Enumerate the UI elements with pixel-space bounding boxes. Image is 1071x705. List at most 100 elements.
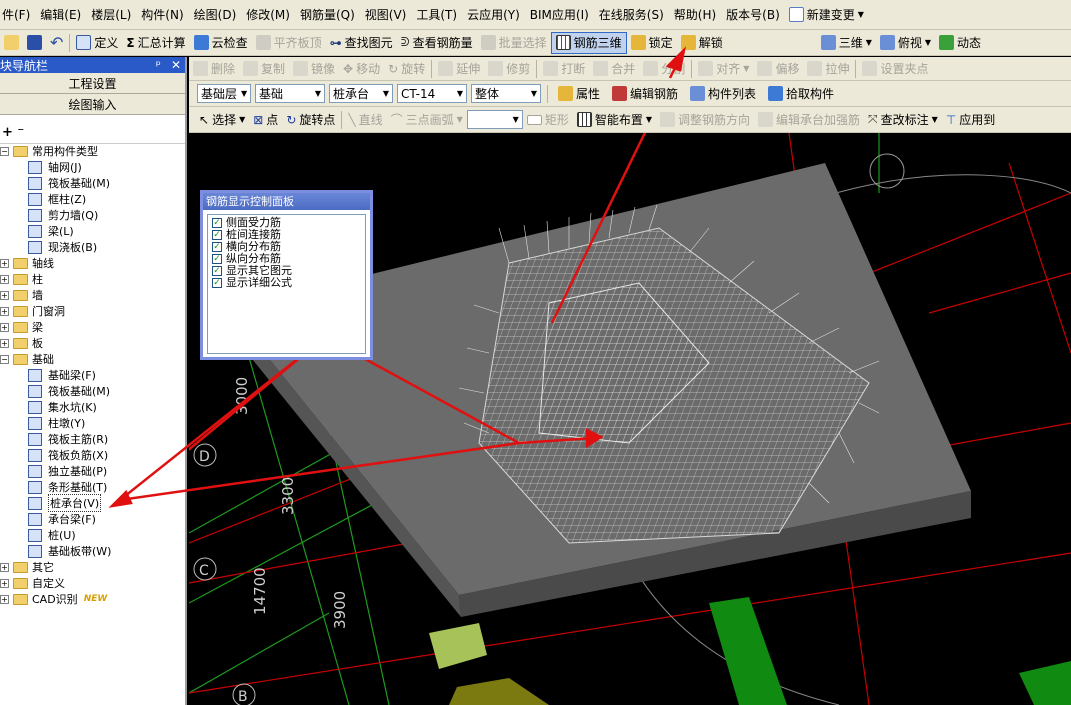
tree-item[interactable]: 柱墩(Y) [28,415,85,431]
align-slab-button[interactable]: 平齐板顶 [252,32,326,54]
menu-edit[interactable]: 编辑(E) [35,1,86,29]
tree-item[interactable]: 剪力墙(Q) [28,207,98,223]
pick-component-button[interactable]: 拾取构件 [764,83,838,105]
tree-item[interactable]: 筏板负筋(X) [28,447,108,463]
define-button[interactable]: 定义 [72,32,122,54]
top-view-dropdown[interactable]: 俯视 ▼ [876,32,935,54]
undo-button[interactable]: ↶ [46,32,67,54]
checkbox[interactable]: ✓ [212,254,222,264]
edit-rebar-button[interactable]: 编辑钢筋 [608,83,682,105]
menu-tools[interactable]: 工具(T) [411,1,462,29]
tree-item[interactable]: 承台梁(F) [28,511,96,527]
mirror-button[interactable]: 镜像 [289,58,339,80]
delete-button[interactable]: 删除 [189,58,239,80]
menu-floor[interactable]: 楼层(L) [86,1,136,29]
line-button[interactable]: ╲ 直线 [344,109,386,131]
expand-icon[interactable]: + [0,562,9,572]
menu-bim[interactable]: BIM应用(I) [525,1,594,29]
arc-option-select[interactable]: ▼ [466,110,523,129]
tree-item[interactable]: 轴网(J) [28,159,82,175]
tree-item[interactable]: 集水坑(K) [28,399,97,415]
cloud-check-button[interactable]: 云检查 [190,32,252,54]
checkbox[interactable]: ✓ [212,266,222,276]
panel-checkbox-row[interactable]: ✓ 显示详细公式 [212,277,361,289]
tree-folder[interactable]: − 常用构件类型 [0,143,98,159]
tree-item[interactable]: 独立基础(P) [28,463,107,479]
dynamic-view-button[interactable]: 动态 [935,32,985,54]
rebar-3d-button[interactable]: 钢筋三维 [550,31,627,54]
expand-icon[interactable]: + [0,306,9,316]
menu-rebar-qty[interactable]: 钢筋量(Q) [295,1,360,29]
split-button[interactable]: 分割 [639,58,689,80]
align-button[interactable]: 对齐 ▼ [694,58,753,80]
copy-button[interactable]: 复制 [239,58,289,80]
close-icon[interactable]: ✕ [171,58,181,72]
adjust-rebar-dir-button[interactable]: 调整钢筋方向 [656,109,754,131]
expand-icon[interactable]: + [0,578,9,588]
tree-folder[interactable]: + 墙 [0,287,43,303]
tree-item[interactable]: 筏板基础(M) [28,383,110,399]
sum-calc-button[interactable]: Σ 汇总计算 [122,32,189,54]
tree-item[interactable]: 基础板带(W) [28,543,111,559]
smart-layout-button[interactable]: 智能布置 ▼ [573,109,656,131]
batch-select-button[interactable]: 批量选择 [477,32,551,54]
view-rebar-qty-button[interactable]: ᕲ 查看钢筋量 [397,32,477,54]
checkbox[interactable]: ✓ [212,242,222,252]
tree-item[interactable]: 梁(L) [28,223,74,239]
tree-item[interactable]: 筏板主筋(R) [28,431,108,447]
type-select[interactable]: 桩承台 ▼ [329,84,393,103]
expand-icon[interactable]: + [0,322,9,332]
menu-version[interactable]: 版本号(B) [721,1,785,29]
expand-collapse-icons[interactable]: + ⁻ [2,125,24,140]
apply-same-button[interactable]: ⊤ 应用到 [942,109,999,131]
unlock-button[interactable]: 解锁 [677,32,727,54]
tree-folder[interactable]: + 梁 [0,319,43,335]
point-button[interactable]: ⊠ 点 [249,109,282,131]
edit-cap-rebar-button[interactable]: 编辑承台加强筋 [754,109,864,131]
tree-item[interactable]: 筏板基础(M) [28,175,110,191]
tree-item[interactable]: 桩承台(V) [28,494,102,512]
open-button[interactable] [0,32,23,54]
extend-button[interactable]: 延伸 [434,58,484,80]
menu-modify[interactable]: 修改(M) [241,1,295,29]
offset-button[interactable]: 偏移 [753,58,803,80]
tree-item[interactable]: 桩(U) [28,527,76,543]
tree-folder[interactable]: − 基础 [0,351,54,367]
tree-item[interactable]: 现浇板(B) [28,239,97,255]
lock-button[interactable]: 锁定 [627,32,677,54]
view-3d-dropdown[interactable]: 三维 ▼ [817,32,876,54]
find-element-button[interactable]: ⊶ 查找图元 [326,32,397,54]
tree-item[interactable]: 基础梁(F) [28,367,96,383]
select-button[interactable]: ↖ 选择 ▼ [195,109,249,131]
tree-folder[interactable]: + 柱 [0,271,43,287]
rectangle-button[interactable]: 矩形 [523,109,573,131]
break-button[interactable]: 打断 [539,58,589,80]
tree-item[interactable]: 条形基础(T) [28,479,107,495]
new-change-button[interactable]: 新建变更 ▼ [785,4,868,26]
set-point-button[interactable]: 设置夹点 [858,58,932,80]
element-select[interactable]: CT-14 ▼ [397,84,467,103]
arc-button[interactable]: ⌒ 三点画弧 ▼ [387,109,467,131]
tree-folder[interactable]: + 板 [0,335,43,351]
scope-select[interactable]: 整体 ▼ [471,84,541,103]
menu-file[interactable]: 件(F) [0,1,35,29]
menu-help[interactable]: 帮助(H) [669,1,721,29]
tree-folder[interactable]: + 自定义 [0,575,65,591]
tree-item[interactable]: 框柱(Z) [28,191,86,207]
properties-button[interactable]: 属性 [554,83,604,105]
floor-select[interactable]: 基础层 ▼ [197,84,251,103]
expand-icon[interactable]: + [0,594,9,604]
category-select[interactable]: 基础 ▼ [255,84,325,103]
checkbox[interactable]: ✓ [212,278,222,288]
move-button[interactable]: ✥ 移动 [339,58,384,80]
rotate-button[interactable]: ↻ 旋转 [384,58,429,80]
tree-folder[interactable]: + 轴线 [0,255,54,271]
drawing-input-button[interactable]: 绘图输入 [0,94,185,115]
project-settings-button[interactable]: 工程设置 [0,73,185,94]
trim-button[interactable]: 修剪 [484,58,534,80]
menu-view[interactable]: 视图(V) [360,1,412,29]
tree-folder[interactable]: + 其它 [0,559,54,575]
expand-icon[interactable]: + [0,290,9,300]
component-list-button[interactable]: 构件列表 [686,83,760,105]
menu-draw[interactable]: 绘图(D) [189,1,242,29]
